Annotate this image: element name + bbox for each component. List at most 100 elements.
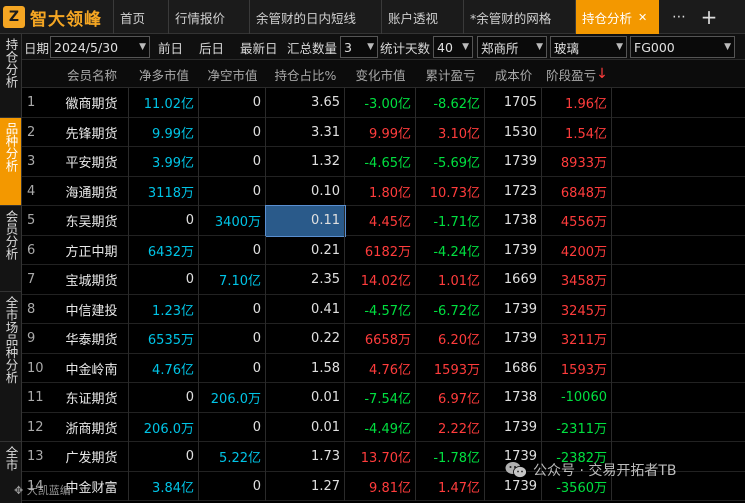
cell-short[interactable]: 0 — [199, 471, 266, 501]
cell-short[interactable]: 0 — [199, 294, 266, 324]
cell-long[interactable]: 0 — [129, 265, 199, 295]
cell-long[interactable]: 206.0万 — [129, 412, 199, 442]
cell-cost[interactable]: 1739 — [485, 147, 542, 177]
table-row[interactable]: 1 徽商期货 11.02亿 0 3.65 -3.00亿 -8.62亿 1705 1.96亿 — [22, 88, 745, 118]
table-row[interactable]: 7 宝城期货 0 7.10亿 2.35 14.02亿 1.01亿 1669 3458万 — [22, 265, 745, 295]
cell-name[interactable]: 中信建投 — [55, 294, 129, 324]
cell-cum[interactable]: 6.97亿 — [416, 383, 485, 413]
cell-short[interactable]: 0 — [199, 117, 266, 147]
cell-name[interactable]: 东吴期货 — [55, 206, 129, 236]
cell-stage[interactable]: 3458万 — [542, 265, 612, 295]
cell-ratio[interactable]: 1.73 — [266, 442, 345, 472]
cell-change[interactable]: 9.99亿 — [345, 117, 416, 147]
cell-cum[interactable]: -6.72亿 — [416, 294, 485, 324]
cell-ratio[interactable]: 1.58 — [266, 353, 345, 383]
cell-cost[interactable]: 1723 — [485, 176, 542, 206]
cell-change[interactable]: 9.81亿 — [345, 471, 416, 501]
cell-ratio[interactable]: 0.10 — [266, 176, 345, 206]
tab-position-analysis[interactable]: 持仓分析 ✕ — [575, 0, 659, 34]
tab-grid[interactable]: *余管财的网格 — [463, 0, 575, 34]
cell-name[interactable]: 中金岭南 — [55, 353, 129, 383]
cell-ratio[interactable]: 0.01 — [266, 412, 345, 442]
cell-name[interactable]: 浙商期货 — [55, 412, 129, 442]
cell-cum[interactable]: -4.24亿 — [416, 235, 485, 265]
table-row[interactable]: 4 海通期货 3118万 0 0.10 1.80亿 10.73亿 1723 6848万 — [22, 176, 745, 206]
cell-short[interactable]: 0 — [199, 88, 266, 118]
cell-change[interactable]: -7.54亿 — [345, 383, 416, 413]
cell-change[interactable]: 4.45亿 — [345, 206, 416, 236]
cell-cum[interactable]: -8.62亿 — [416, 88, 485, 118]
cell-idx[interactable]: 12 — [22, 413, 55, 443]
prev-day-button[interactable]: 前日 — [158, 36, 183, 58]
table-row[interactable]: 6 方正中期 6432万 0 0.21 6182万 -4.24亿 1739 4200万 — [22, 235, 745, 265]
cell-stage[interactable]: 1.96亿 — [542, 88, 612, 118]
col-header-cost[interactable]: 成本价 — [485, 60, 542, 88]
cell-idx[interactable]: 9 — [22, 324, 55, 354]
cell-cost[interactable]: 1686 — [485, 353, 542, 383]
contract-select[interactable]: FG000 ▼ — [630, 36, 735, 58]
cell-ratio[interactable]: 2.35 — [266, 265, 345, 295]
cell-change[interactable]: 6658万 — [345, 324, 416, 354]
cell-cost[interactable]: 1739 — [485, 324, 542, 354]
col-header-member[interactable]: 会员名称 — [55, 60, 129, 88]
cell-name[interactable]: 华泰期货 — [55, 324, 129, 354]
count-stepper[interactable]: 3 ▼ — [340, 36, 378, 58]
cell-short[interactable]: 7.10亿 — [199, 265, 266, 295]
cell-cum[interactable]: 1593万 — [416, 353, 485, 383]
cell-ratio[interactable]: 3.65 — [266, 88, 345, 118]
cell-cum[interactable]: 10.73亿 — [416, 176, 485, 206]
cell-long[interactable]: 0 — [129, 442, 199, 472]
col-header-position-ratio[interactable]: 持仓占比% — [266, 60, 345, 88]
table-row[interactable]: 11 东证期货 0 206.0万 0.01 -7.54亿 6.97亿 1738 -10060 — [22, 383, 745, 413]
cell-name[interactable]: 海通期货 — [55, 176, 129, 206]
cell-long[interactable]: 9.99亿 — [129, 117, 199, 147]
cell-idx[interactable]: 5 — [22, 206, 55, 236]
sidebar-item-market[interactable]: 全市场品种分析 — [0, 292, 21, 442]
cell-cum[interactable]: 3.10亿 — [416, 117, 485, 147]
cell-cost[interactable]: 1739 — [485, 235, 542, 265]
table-row[interactable]: 12 浙商期货 206.0万 0 0.01 -4.49亿 2.22亿 1739 -2311万 — [22, 412, 745, 443]
cell-cost[interactable]: 1669 — [485, 265, 542, 295]
cell-cum[interactable]: 1.01亿 — [416, 265, 485, 295]
cell-idx[interactable]: 10 — [22, 354, 55, 384]
cell-ratio[interactable]: 1.27 — [266, 471, 345, 501]
cell-stage[interactable]: 6848万 — [542, 176, 612, 206]
cell-idx[interactable]: 2 — [22, 118, 55, 148]
cell-ratio[interactable]: 1.32 — [266, 147, 345, 177]
cell-short[interactable]: 0 — [199, 353, 266, 383]
cell-stage[interactable]: 3245万 — [542, 294, 612, 324]
latest-day-button[interactable]: 最新日 — [240, 36, 278, 58]
table-row[interactable]: 8 中信建投 1.23亿 0 0.41 -4.57亿 -6.72亿 1739 3245万 — [22, 294, 745, 324]
cell-stage[interactable]: 8933万 — [542, 147, 612, 177]
cell-long[interactable]: 6535万 — [129, 324, 199, 354]
cell-short[interactable]: 3400万 — [199, 206, 266, 236]
cell-long[interactable]: 0 — [129, 206, 199, 236]
next-day-button[interactable]: 后日 — [199, 36, 224, 58]
col-header-cumulative[interactable]: 累计盈亏 — [416, 60, 485, 88]
cell-cost[interactable]: 1738 — [485, 206, 542, 236]
cell-long[interactable]: 3.84亿 — [129, 471, 199, 501]
days-stepper[interactable]: 40 ▼ — [433, 36, 473, 58]
cell-short[interactable]: 206.0万 — [199, 383, 266, 413]
cell-short[interactable]: 0 — [199, 412, 266, 442]
cell-idx[interactable]: 7 — [22, 265, 55, 295]
cell-cost[interactable]: 1705 — [485, 88, 542, 118]
cell-stage[interactable]: -2311万 — [542, 412, 612, 442]
sidebar-item-member[interactable]: 会员分析 — [0, 206, 21, 292]
cell-cum[interactable]: 6.20亿 — [416, 324, 485, 354]
table-row[interactable]: 9 华泰期货 6535万 0 0.22 6658万 6.20亿 1739 3211万 — [22, 324, 745, 354]
table-row[interactable]: 10 中金岭南 4.76亿 0 1.58 4.76亿 1593万 1686 1593万 — [22, 353, 745, 384]
exchange-select[interactable]: 郑商所 ▼ — [477, 36, 547, 58]
cell-cost[interactable]: 1739 — [485, 294, 542, 324]
cell-change[interactable]: 6182万 — [345, 235, 416, 265]
col-header-net-short[interactable]: 净空市值 — [199, 60, 266, 88]
cell-stage[interactable]: 4200万 — [542, 235, 612, 265]
cell-change[interactable]: 4.76亿 — [345, 353, 416, 383]
cell-long[interactable]: 6432万 — [129, 235, 199, 265]
cell-long[interactable]: 3118万 — [129, 176, 199, 206]
cell-change[interactable]: -4.65亿 — [345, 147, 416, 177]
cell-short[interactable]: 0 — [199, 147, 266, 177]
cell-change[interactable]: -4.57亿 — [345, 294, 416, 324]
cell-cum[interactable]: 2.22亿 — [416, 412, 485, 442]
cell-ratio[interactable]: 0.21 — [266, 235, 345, 265]
